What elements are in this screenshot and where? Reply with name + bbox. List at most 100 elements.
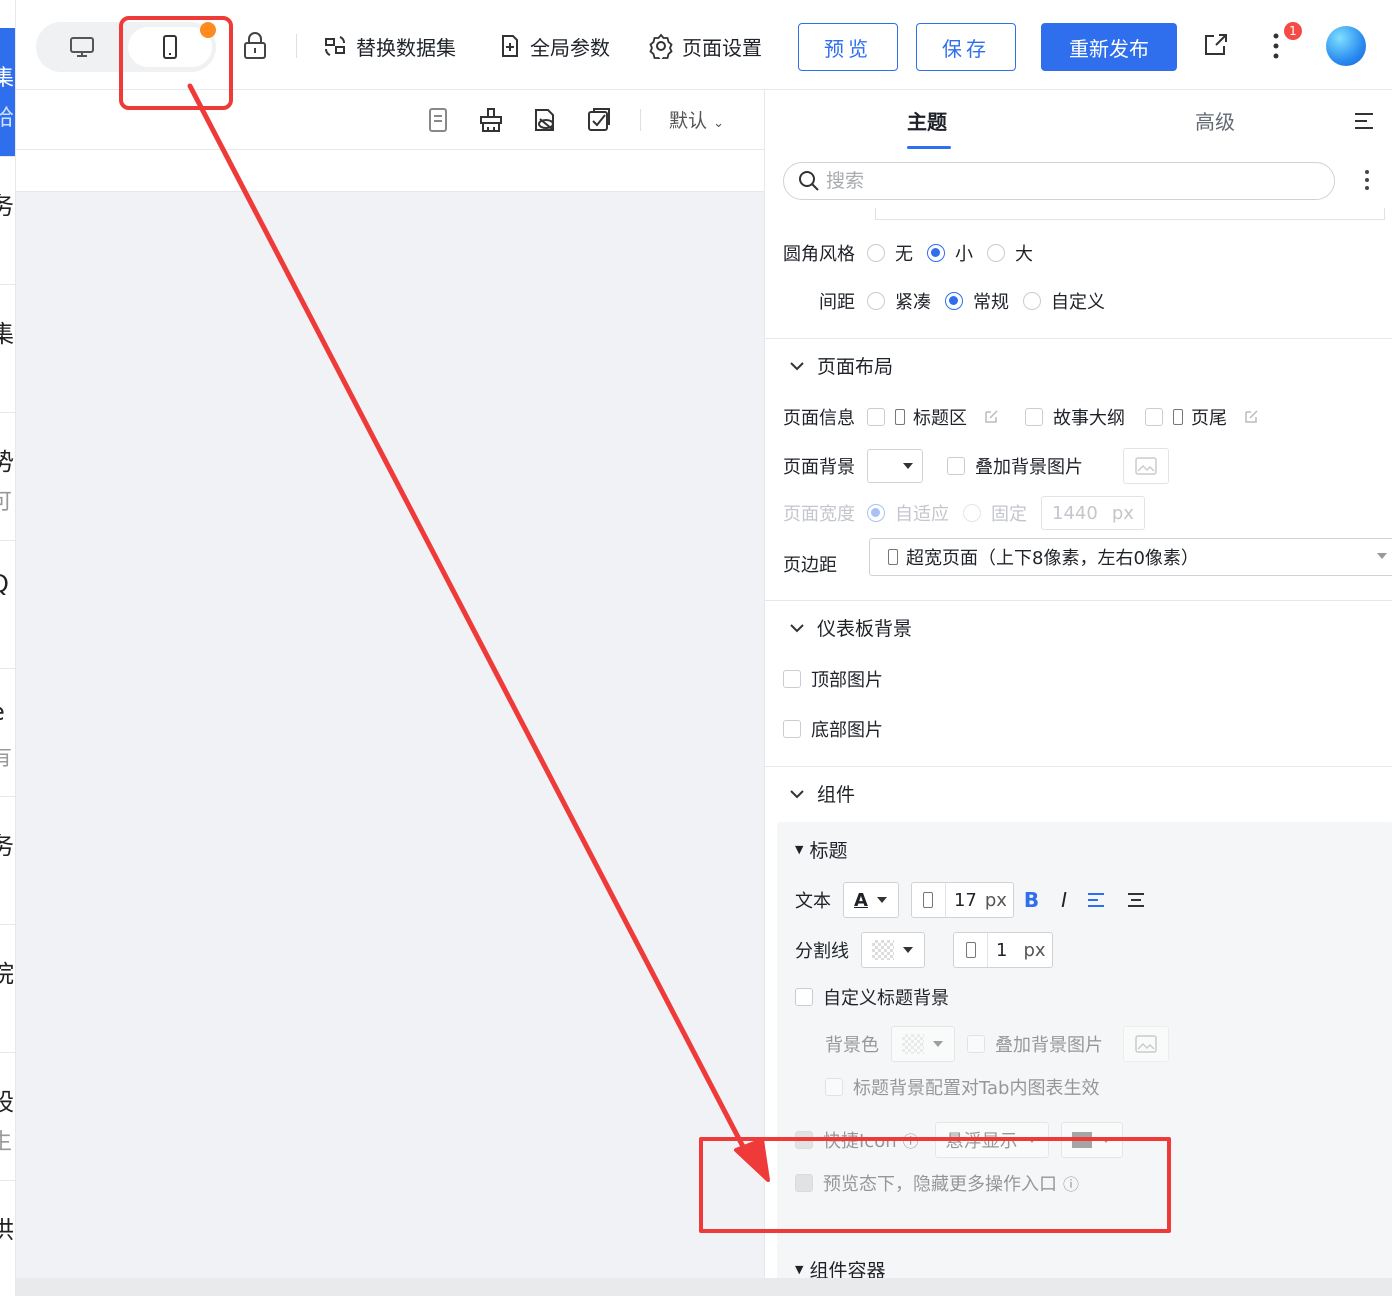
overlay-bg-label: 叠加背景图片 <box>975 457 1083 478</box>
checkbox-footer[interactable] <box>1145 408 1163 426</box>
page-width-unit: px <box>1111 502 1134 524</box>
check-box-icon[interactable] <box>586 107 612 133</box>
open-external-button[interactable] <box>1202 31 1230 63</box>
title-bg-image-upload[interactable] <box>1123 1026 1169 1062</box>
checkbox-story-outline[interactable] <box>1025 408 1043 426</box>
replace-dataset-button[interactable]: 替换数据集 <box>322 30 456 62</box>
more-menu-button[interactable] <box>1270 28 1282 68</box>
save-button[interactable]: 保存 <box>916 23 1016 71</box>
panel-menu-button[interactable] <box>1353 110 1375 136</box>
page-settings-button[interactable]: 页面设置 <box>648 30 762 62</box>
checkbox-custom-title-bg[interactable] <box>795 988 813 1006</box>
edit-icon[interactable] <box>983 409 999 425</box>
font-size-input[interactable]: 17 px <box>910 882 1014 918</box>
transparent-swatch-icon <box>902 1034 924 1054</box>
checkbox-bottom-image[interactable] <box>783 720 801 738</box>
bottom-image-row: 底部图片 <box>783 716 883 742</box>
document-icon[interactable] <box>426 107 450 133</box>
lock-button[interactable] <box>242 31 268 65</box>
tab-theme[interactable]: 主题 <box>907 106 947 135</box>
default-dropdown[interactable]: 默认 ⌄ <box>669 106 724 133</box>
heading-group-title: 标题 <box>809 840 848 862</box>
search-input[interactable] <box>826 170 1306 192</box>
default-dropdown-label: 默认 <box>669 110 708 132</box>
republish-button[interactable]: 重新发布 <box>1041 23 1177 71</box>
align-left-icon[interactable] <box>1087 892 1105 908</box>
hide-preview-icon[interactable] <box>532 107 558 133</box>
search-icon <box>799 171 819 191</box>
sidebar-item-text: 供 <box>0 1210 15 1245</box>
sidebar-item[interactable] <box>0 668 15 796</box>
checkbox-title-area[interactable] <box>867 408 885 426</box>
radio-corner-large[interactable] <box>987 244 1005 262</box>
global-params-label: 全局参数 <box>530 35 610 60</box>
tab-advanced[interactable]: 高级 <box>1195 106 1235 135</box>
global-params-button[interactable]: 全局参数 <box>496 30 610 62</box>
sidebar-item-text: Q <box>0 570 15 598</box>
mobile-icon <box>1173 409 1183 425</box>
corner-style-label: 圆角风格 <box>783 244 855 265</box>
radio-spacing-normal[interactable] <box>945 292 963 310</box>
title-area-label: 标题区 <box>913 408 967 429</box>
container-group-header[interactable]: ▼ 组件容器 <box>795 1256 885 1278</box>
radio-spacing-custom[interactable] <box>1023 292 1041 310</box>
divider-color-dropdown[interactable] <box>861 932 925 968</box>
spacing-normal-label: 常规 <box>973 292 1009 313</box>
sidebar-item[interactable] <box>0 540 15 668</box>
save-label: 保存 <box>942 36 990 61</box>
dashboard-bg-section-header[interactable]: 仪表板背景 <box>789 614 912 641</box>
radio-width-adaptive[interactable] <box>867 504 885 522</box>
corner-style-row: 圆角风格 无 小 大 <box>783 240 1047 266</box>
radio-width-fixed[interactable] <box>963 504 981 522</box>
sidebar-item-text: e <box>0 698 15 726</box>
tab-apply-row: 标题背景配置对Tab内图表生效 <box>825 1074 1099 1100</box>
width-adaptive-label: 自适应 <box>895 504 949 525</box>
tab-apply-label: 标题背景配置对Tab内图表生效 <box>853 1078 1100 1099</box>
sidebar-item-subtext: ： <box>0 868 15 900</box>
page-width-input[interactable]: 1440 px <box>1041 496 1145 530</box>
sidebar-item-text: 集 <box>0 314 15 349</box>
sidebar-item-text: 务 <box>0 826 15 861</box>
edit-icon[interactable] <box>1243 409 1259 425</box>
sidebar-item-subtext: ， <box>0 612 15 644</box>
image-icon <box>1135 457 1157 475</box>
user-avatar[interactable] <box>1326 26 1366 66</box>
font-color-dropdown[interactable]: A <box>843 882 899 918</box>
republish-label: 重新发布 <box>1069 36 1149 61</box>
list-menu-icon <box>1355 113 1373 129</box>
page-info-row: 页面信息 标题区 故事大纲 页尾 <box>783 404 1285 430</box>
sidebar-selected-item[interactable] <box>0 28 15 156</box>
page-margin-select[interactable]: 超宽页面（上下8像素，左右0像素） <box>869 538 1392 576</box>
page-layout-section-header[interactable]: 页面布局 <box>789 352 893 379</box>
components-section-header[interactable]: 组件 <box>789 780 855 807</box>
title-bg-color-dropdown[interactable] <box>891 1026 955 1062</box>
canvas-tools-divider <box>640 108 642 131</box>
custom-title-bg-row: 自定义标题背景 <box>795 984 949 1010</box>
top-image-label: 顶部图片 <box>811 670 883 691</box>
app-root: 集 哈 务 集 势 可 Q ， e 有 务 ： 院 股 生 供 ： <box>0 0 1392 1296</box>
preview-button[interactable]: 预览 <box>798 23 898 71</box>
heading-group-header[interactable]: ▼ 标题 <box>795 836 847 863</box>
radio-corner-small[interactable] <box>927 244 945 262</box>
bottom-scrollbar[interactable] <box>16 1278 1392 1296</box>
toolbar-divider <box>296 34 297 58</box>
format-brush-icon[interactable] <box>478 107 504 133</box>
checkbox-title-overlay-bg[interactable] <box>967 1035 985 1053</box>
dashboard-bg-title: 仪表板背景 <box>817 618 913 640</box>
search-more-button[interactable] <box>1363 168 1371 196</box>
sidebar-selected-subtext: 哈 <box>0 100 15 132</box>
bg-image-upload-button[interactable] <box>1123 448 1169 484</box>
italic-button[interactable]: I <box>1061 888 1067 912</box>
page-bg-color-dropdown[interactable] <box>867 449 923 483</box>
radio-corner-none[interactable] <box>867 244 885 262</box>
checkbox-top-image[interactable] <box>783 670 801 688</box>
checkbox-overlay-bg[interactable] <box>947 457 965 475</box>
page-width-row: 页面宽度 自适应 固定 1440 px <box>783 496 1145 530</box>
canvas-body[interactable] <box>16 192 764 1278</box>
desktop-view-button[interactable] <box>40 27 124 67</box>
radio-spacing-compact[interactable] <box>867 292 885 310</box>
divider-width-input[interactable]: 1 px <box>953 932 1053 968</box>
checkbox-tab-apply[interactable] <box>825 1078 843 1096</box>
bold-button[interactable]: B <box>1024 888 1039 912</box>
align-center-icon[interactable] <box>1127 892 1145 908</box>
